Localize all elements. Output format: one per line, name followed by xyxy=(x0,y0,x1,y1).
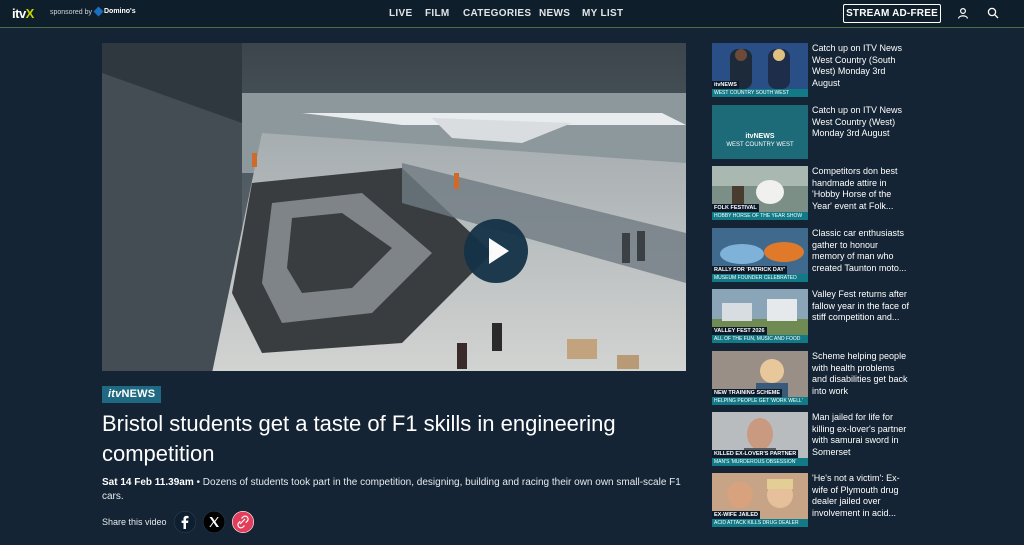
logo-text: itv xyxy=(12,6,26,21)
thumb-subcaption: MAN'S 'MURDEROUS OBSESSION' xyxy=(712,458,808,466)
related-item-5[interactable]: VALLEY FEST 2026 ALL OF THE FUN, MUSIC AN… xyxy=(712,289,912,345)
related-title: Man jailed for life for killing ex-lover… xyxy=(812,412,907,457)
related-thumbnail: RALLY FOR 'PATRICK DAY' MUSEUM FOUNDER CE… xyxy=(712,228,808,282)
nav-my-list[interactable]: MY LIST xyxy=(582,8,623,19)
badge-news: NEWS xyxy=(121,388,156,400)
search-icon[interactable] xyxy=(987,7,999,19)
sponsored-by-label: sponsored by xyxy=(50,9,93,16)
related-item-7[interactable]: KILLED EX-LOVER'S PARTNER MAN'S 'MURDEROU… xyxy=(712,412,912,468)
x-share-icon[interactable] xyxy=(203,511,225,533)
related-thumbnail: VALLEY FEST 2026 ALL OF THE FUN, MUSIC AN… xyxy=(712,289,808,343)
nav-film[interactable]: FILM xyxy=(425,8,450,19)
thumb-caption: itvNEWS xyxy=(712,81,739,89)
related-title: Competitors don best handmade attire in … xyxy=(812,166,898,211)
thumb-subcaption: HELPING PEOPLE GET 'WORK WELL' xyxy=(712,397,808,405)
itv-news-badge: itvNEWS xyxy=(102,386,162,403)
thumb-subcaption: ACID ATTACK KILLS DRUG DEALER xyxy=(712,519,808,527)
thumb-caption: EX-WIFE JAILED xyxy=(712,511,761,519)
thumb-subcaption: WEST COUNTRY SOUTH WEST xyxy=(712,89,808,97)
copy-link-icon[interactable] xyxy=(232,511,254,533)
thumb-caption: itvNEWS xyxy=(745,133,775,140)
video-player[interactable] xyxy=(102,43,686,371)
top-header: itvX sponsored by Domino's LIVE FILM CAT… xyxy=(0,0,1024,28)
badge-itv: itv xyxy=(108,388,122,400)
related-title: Catch up on ITV News West Country (West)… xyxy=(812,105,903,139)
nav-live[interactable]: LIVE xyxy=(389,8,412,19)
related-thumbnail: FOLK FESTIVAL HOBBY HORSE OF THE YEAR SHO… xyxy=(712,166,808,220)
sponsor-name: Domino's xyxy=(104,8,136,15)
thumb-caption: KILLED EX-LOVER'S PARTNER xyxy=(712,450,799,458)
related-item-1[interactable]: itvNEWS WEST COUNTRY SOUTH WEST Catch up … xyxy=(712,43,912,99)
related-thumbnail: itvNEWS WEST COUNTRY WEST xyxy=(712,105,808,159)
related-title: 'He's not a victim': Ex-wife of Plymouth… xyxy=(812,473,900,518)
related-thumbnail: EX-WIFE JAILED ACID ATTACK KILLS DRUG DEA… xyxy=(712,473,808,527)
article-date: Sat 14 Feb 11.39am xyxy=(102,477,194,488)
thumb-subcaption: ALL OF THE FUN, MUSIC AND FOOD xyxy=(712,335,808,343)
logo-x: X xyxy=(25,6,35,21)
user-icon[interactable] xyxy=(957,7,969,19)
play-button[interactable] xyxy=(464,219,528,283)
related-thumbnail: itvNEWS WEST COUNTRY SOUTH WEST xyxy=(712,43,808,97)
thumb-caption: RALLY FOR 'PATRICK DAY' xyxy=(712,266,788,274)
itvx-logo[interactable]: itvX xyxy=(12,6,34,21)
related-title: Classic car enthusiasts gather to honour… xyxy=(812,228,907,273)
thumb-caption: VALLEY FEST 2026 xyxy=(712,327,767,335)
share-label: Share this video xyxy=(102,517,167,527)
thumb-caption: NEW TRAINING SCHEME xyxy=(712,389,782,397)
sponsor-logo: Domino's xyxy=(93,6,136,17)
thumb-subcaption: MUSEUM FOUNDER CELEBRATED xyxy=(712,274,808,282)
thumb-subcaption: HOBBY HORSE OF THE YEAR SHOW xyxy=(712,212,808,220)
related-thumbnail: KILLED EX-LOVER'S PARTNER MAN'S 'MURDEROU… xyxy=(712,412,808,466)
nav-categories[interactable]: CATEGORIES xyxy=(463,8,531,19)
nav-news[interactable]: NEWS xyxy=(539,8,570,19)
related-item-4[interactable]: RALLY FOR 'PATRICK DAY' MUSEUM FOUNDER CE… xyxy=(712,228,912,284)
related-thumbnail: NEW TRAINING SCHEME HELPING PEOPLE GET 'W… xyxy=(712,351,808,405)
thumb-caption: FOLK FESTIVAL xyxy=(712,204,759,212)
thumb-subcaption: WEST COUNTRY WEST xyxy=(726,142,794,148)
video-thumbnail xyxy=(102,43,686,371)
related-title: Catch up on ITV News West Country (South… xyxy=(812,43,903,88)
stream-ad-free-button[interactable]: STREAM AD-FREE xyxy=(843,4,941,23)
related-item-2[interactable]: itvNEWS WEST COUNTRY WEST Catch up on ITV… xyxy=(712,105,912,161)
related-title: Valley Fest returns after fallow year in… xyxy=(812,289,910,323)
related-item-6[interactable]: NEW TRAINING SCHEME HELPING PEOPLE GET 'W… xyxy=(712,351,912,407)
facebook-share-icon[interactable] xyxy=(174,511,196,533)
related-item-3[interactable]: FOLK FESTIVAL HOBBY HORSE OF THE YEAR SHO… xyxy=(712,166,912,222)
article-summary: Sat 14 Feb 11.39am • Dozens of students … xyxy=(102,476,692,504)
related-title: Scheme helping people with health proble… xyxy=(812,351,908,396)
dominos-icon xyxy=(93,6,104,17)
related-item-8[interactable]: EX-WIFE JAILED ACID ATTACK KILLS DRUG DEA… xyxy=(712,473,912,529)
article-title: Bristol students get a taste of F1 skill… xyxy=(102,411,616,466)
